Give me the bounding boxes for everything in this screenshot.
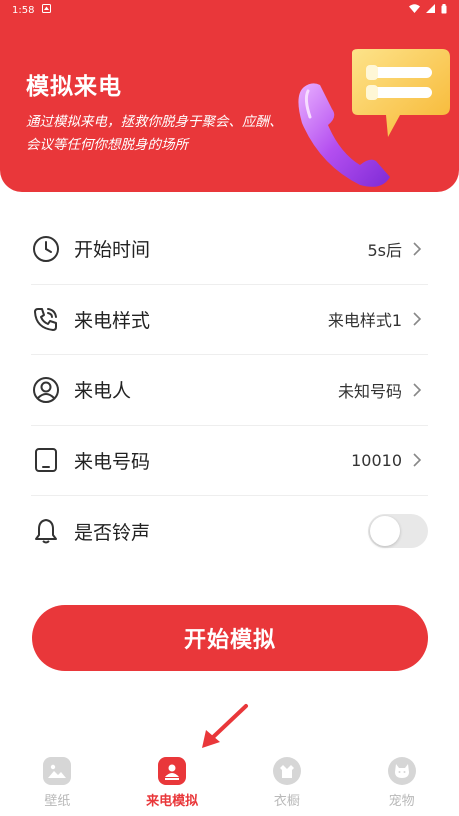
call-style-value: 来电样式1 [327, 311, 402, 331]
user-circle-icon [31, 375, 61, 405]
image-icon [43, 757, 72, 785]
tab-closet[interactable]: 衣橱 [230, 750, 345, 816]
notification-icon [42, 4, 52, 16]
phone-call-icon [31, 304, 61, 334]
status-time: 1:58 [12, 4, 35, 16]
tablet-icon [31, 445, 61, 475]
wifi-icon [409, 4, 420, 16]
ringtone-row: 是否铃声 [31, 496, 428, 567]
caller-number-value: 10010 [351, 450, 402, 470]
caller-value: 未知号码 [337, 381, 402, 401]
bottom-tab-bar: 壁纸 来电模拟 衣橱 宠物 [0, 750, 459, 816]
start-time-label: 开始时间 [74, 239, 151, 262]
header-banner: 1:58 模拟来电 通过模拟来电，拯救你脱身于聚会、应酬、会议等任何你想脱身的场… [0, 0, 459, 192]
ringtone-toggle[interactable] [368, 514, 428, 549]
closet-icon [272, 757, 301, 785]
caller-label: 来电人 [74, 380, 132, 403]
tab-wallpaper[interactable]: 壁纸 [0, 750, 115, 816]
page-title: 模拟来电 [26, 74, 122, 100]
call-style-label: 来电样式 [74, 309, 151, 332]
chevron-right-icon [412, 312, 426, 326]
caller-number-row[interactable]: 来电号码 10010 [31, 426, 428, 496]
status-bar: 1:58 [0, 0, 459, 20]
caller-number-label: 来电号码 [74, 450, 151, 473]
battery-icon [441, 3, 447, 17]
tab-call-simulation[interactable]: 来电模拟 [115, 750, 230, 816]
chevron-right-icon [412, 383, 426, 397]
bell-icon [31, 516, 61, 546]
start-time-value: 5s后 [367, 240, 402, 260]
chevron-right-icon [412, 242, 426, 256]
tab-label: 宠物 [388, 794, 415, 809]
tab-label: 壁纸 [44, 794, 71, 809]
ringtone-label: 是否铃声 [74, 521, 151, 544]
start-simulation-button[interactable]: 开始模拟 [32, 605, 428, 671]
settings-list: 开始时间 5s后 来电样式 来电样式1 来电人 未知号码 来电号码 10010 [31, 214, 428, 567]
start-time-row[interactable]: 开始时间 5s后 [31, 214, 428, 285]
clock-icon [31, 234, 61, 264]
contact-icon [158, 757, 187, 785]
caller-row[interactable]: 来电人 未知号码 [31, 355, 428, 426]
toggle-knob [370, 516, 400, 547]
call-style-row[interactable]: 来电样式 来电样式1 [31, 285, 428, 355]
chevron-right-icon [412, 453, 426, 467]
tab-pet[interactable]: 宠物 [344, 750, 459, 816]
tab-label: 来电模拟 [146, 794, 199, 809]
page-description: 通过模拟来电，拯救你脱身于聚会、应酬、会议等任何你想脱身的场所 [26, 114, 283, 153]
pointer-arrow-icon [202, 704, 248, 748]
pet-icon [387, 757, 416, 785]
phone-message-illustration [298, 49, 450, 187]
tab-label: 衣橱 [273, 794, 300, 809]
signal-icon [426, 4, 435, 16]
